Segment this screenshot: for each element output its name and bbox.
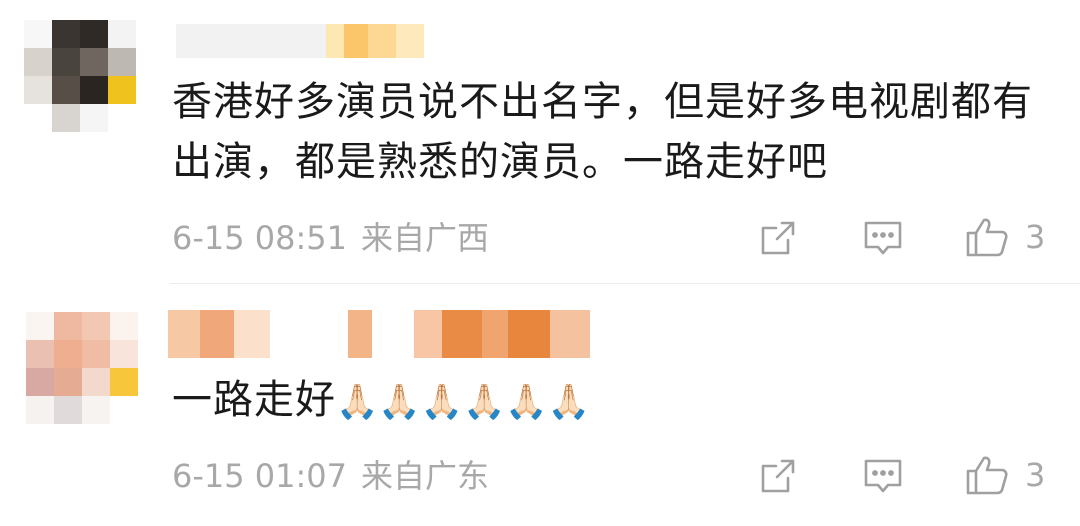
share-icon — [761, 459, 795, 493]
thumbs-up-icon — [966, 218, 1008, 257]
comment-text-line: 出演，都是熟悉的演员。一路走好吧 — [172, 139, 828, 185]
like-count: 3 — [1025, 456, 1046, 494]
comment-text: 香港好多演员说不出名字，但是好多电视剧都有 出演，都是熟悉的演员。一路走好吧 — [172, 72, 1033, 192]
comment-item: 香港好多演员说不出名字，但是好多电视剧都有 出演，都是熟悉的演员。一路走好吧 6… — [0, 0, 1080, 283]
share-button[interactable] — [758, 456, 798, 496]
timestamp: 6-15 08:51 — [172, 219, 348, 257]
comment-button[interactable] — [862, 218, 904, 258]
comment-item: 一路走好🙏🏻🙏🏻🙏🏻🙏🏻🙏🏻🙏🏻 6-15 01:07 来自广东 3 — [0, 284, 1080, 526]
username[interactable] — [176, 24, 424, 58]
avatar[interactable] — [26, 312, 138, 424]
like-button[interactable]: 3 — [965, 216, 1045, 258]
comment-icon — [864, 459, 902, 493]
comment-meta: 6-15 01:07 来自广东 — [172, 456, 489, 496]
comment-icon — [864, 221, 902, 255]
share-icon — [761, 221, 795, 255]
comment-text-line: 香港好多演员说不出名字，但是好多电视剧都有 — [172, 79, 1033, 125]
location: 来自广西 — [361, 219, 490, 257]
pray-emoji: 🙏🏻🙏🏻🙏🏻🙏🏻🙏🏻🙏🏻 — [336, 382, 591, 422]
location: 来自广东 — [361, 457, 490, 495]
share-button[interactable] — [758, 218, 798, 258]
timestamp: 6-15 01:07 — [172, 457, 348, 495]
like-button[interactable]: 3 — [965, 454, 1045, 496]
like-count: 3 — [1025, 218, 1046, 256]
avatar[interactable] — [24, 20, 136, 132]
thumbs-up-icon — [966, 456, 1008, 495]
comment-meta: 6-15 08:51 来自广西 — [172, 218, 489, 258]
comment-text-main: 一路走好 — [172, 377, 336, 423]
comment-text: 一路走好🙏🏻🙏🏻🙏🏻🙏🏻🙏🏻🙏🏻 — [172, 370, 590, 432]
username[interactable] — [168, 310, 590, 358]
comment-button[interactable] — [862, 456, 904, 496]
